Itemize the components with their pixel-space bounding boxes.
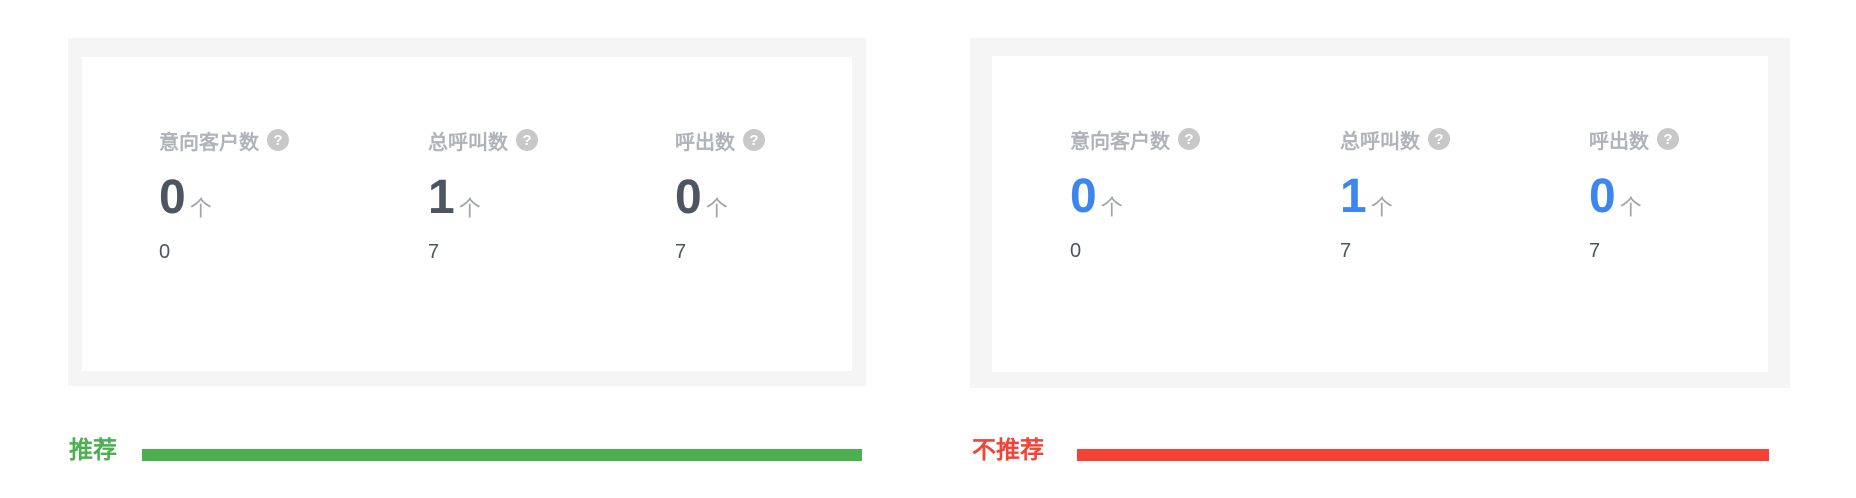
stat-label-row: 意向客户数 ? xyxy=(159,126,289,154)
stat-label-row: 总呼叫数 ? xyxy=(1340,125,1450,153)
stat-label: 意向客户数 xyxy=(1070,130,1170,153)
stat-outbound-calls: 呼出数 ? 0 个 7 xyxy=(675,126,765,262)
stat-label: 意向客户数 xyxy=(159,131,259,154)
stat-value-row: 0 个 xyxy=(159,174,212,222)
stat-unit: 个 xyxy=(705,196,728,221)
stat-value-row: 0 个 xyxy=(1070,173,1123,221)
stat-unit: 个 xyxy=(1619,195,1642,220)
stat-intent-customers: 意向客户数 ? 0 个 0 xyxy=(1070,125,1200,261)
stat-value-row: 1 个 xyxy=(428,174,481,222)
stat-unit: 个 xyxy=(458,196,481,221)
stat-sub-value: 7 xyxy=(675,241,687,263)
stat-label-row: 总呼叫数 ? xyxy=(428,126,538,154)
stat-total-calls: 总呼叫数 ? 1 个 7 xyxy=(1340,125,1450,261)
caption-recommended: 推荐 xyxy=(69,437,117,464)
caption-not-recommended: 不推荐 xyxy=(972,437,1044,464)
stat-sub-value: 0 xyxy=(159,241,171,263)
stat-label: 呼出数 xyxy=(675,131,735,154)
stat-unit: 个 xyxy=(1370,195,1393,220)
stat-total-calls: 总呼叫数 ? 1 个 7 xyxy=(428,126,538,262)
stat-label: 呼出数 xyxy=(1589,130,1649,153)
caption-bar-recommended xyxy=(142,449,862,461)
help-icon[interactable]: ? xyxy=(1428,128,1450,150)
help-icon[interactable]: ? xyxy=(516,129,538,151)
stat-outbound-calls: 呼出数 ? 0 个 7 xyxy=(1589,125,1679,261)
stats-panel-recommended: 意向客户数 ? 0 个 0 总呼叫数 ? 1 个 7 呼出数 ? 0 个 7 xyxy=(68,38,866,386)
stat-unit: 个 xyxy=(1100,195,1123,220)
stat-value-row: 0 个 xyxy=(675,174,728,222)
stat-label-row: 呼出数 ? xyxy=(675,126,765,154)
stat-value: 1 xyxy=(428,171,455,224)
help-icon[interactable]: ? xyxy=(1178,128,1200,150)
stat-intent-customers: 意向客户数 ? 0 个 0 xyxy=(159,126,289,262)
stat-label-row: 意向客户数 ? xyxy=(1070,125,1200,153)
stat-sub-value: 0 xyxy=(1070,240,1082,262)
stats-card: 意向客户数 ? 0 个 0 总呼叫数 ? 1 个 7 呼出数 ? 0 个 7 xyxy=(992,56,1768,372)
stat-sub-value: 7 xyxy=(1340,240,1352,262)
stat-label: 总呼叫数 xyxy=(1340,130,1420,153)
stat-unit: 个 xyxy=(189,196,212,221)
stat-sub-value: 7 xyxy=(428,241,440,263)
stat-label-row: 呼出数 ? xyxy=(1589,125,1679,153)
stats-panel-not-recommended: 意向客户数 ? 0 个 0 总呼叫数 ? 1 个 7 呼出数 ? 0 个 7 xyxy=(970,38,1790,388)
caption-bar-not-recommended xyxy=(1077,449,1769,461)
help-icon[interactable]: ? xyxy=(743,129,765,151)
stats-card: 意向客户数 ? 0 个 0 总呼叫数 ? 1 个 7 呼出数 ? 0 个 7 xyxy=(82,57,852,371)
stat-sub-value: 7 xyxy=(1589,240,1601,262)
stat-value: 0 xyxy=(675,171,702,224)
stat-label: 总呼叫数 xyxy=(428,131,508,154)
stat-value-row: 0 个 xyxy=(1589,173,1642,221)
stat-value: 0 xyxy=(1070,170,1097,223)
stat-value-row: 1 个 xyxy=(1340,173,1393,221)
stat-value: 0 xyxy=(1589,170,1616,223)
stat-value: 0 xyxy=(159,171,186,224)
help-icon[interactable]: ? xyxy=(267,129,289,151)
stat-value: 1 xyxy=(1340,170,1367,223)
help-icon[interactable]: ? xyxy=(1657,128,1679,150)
